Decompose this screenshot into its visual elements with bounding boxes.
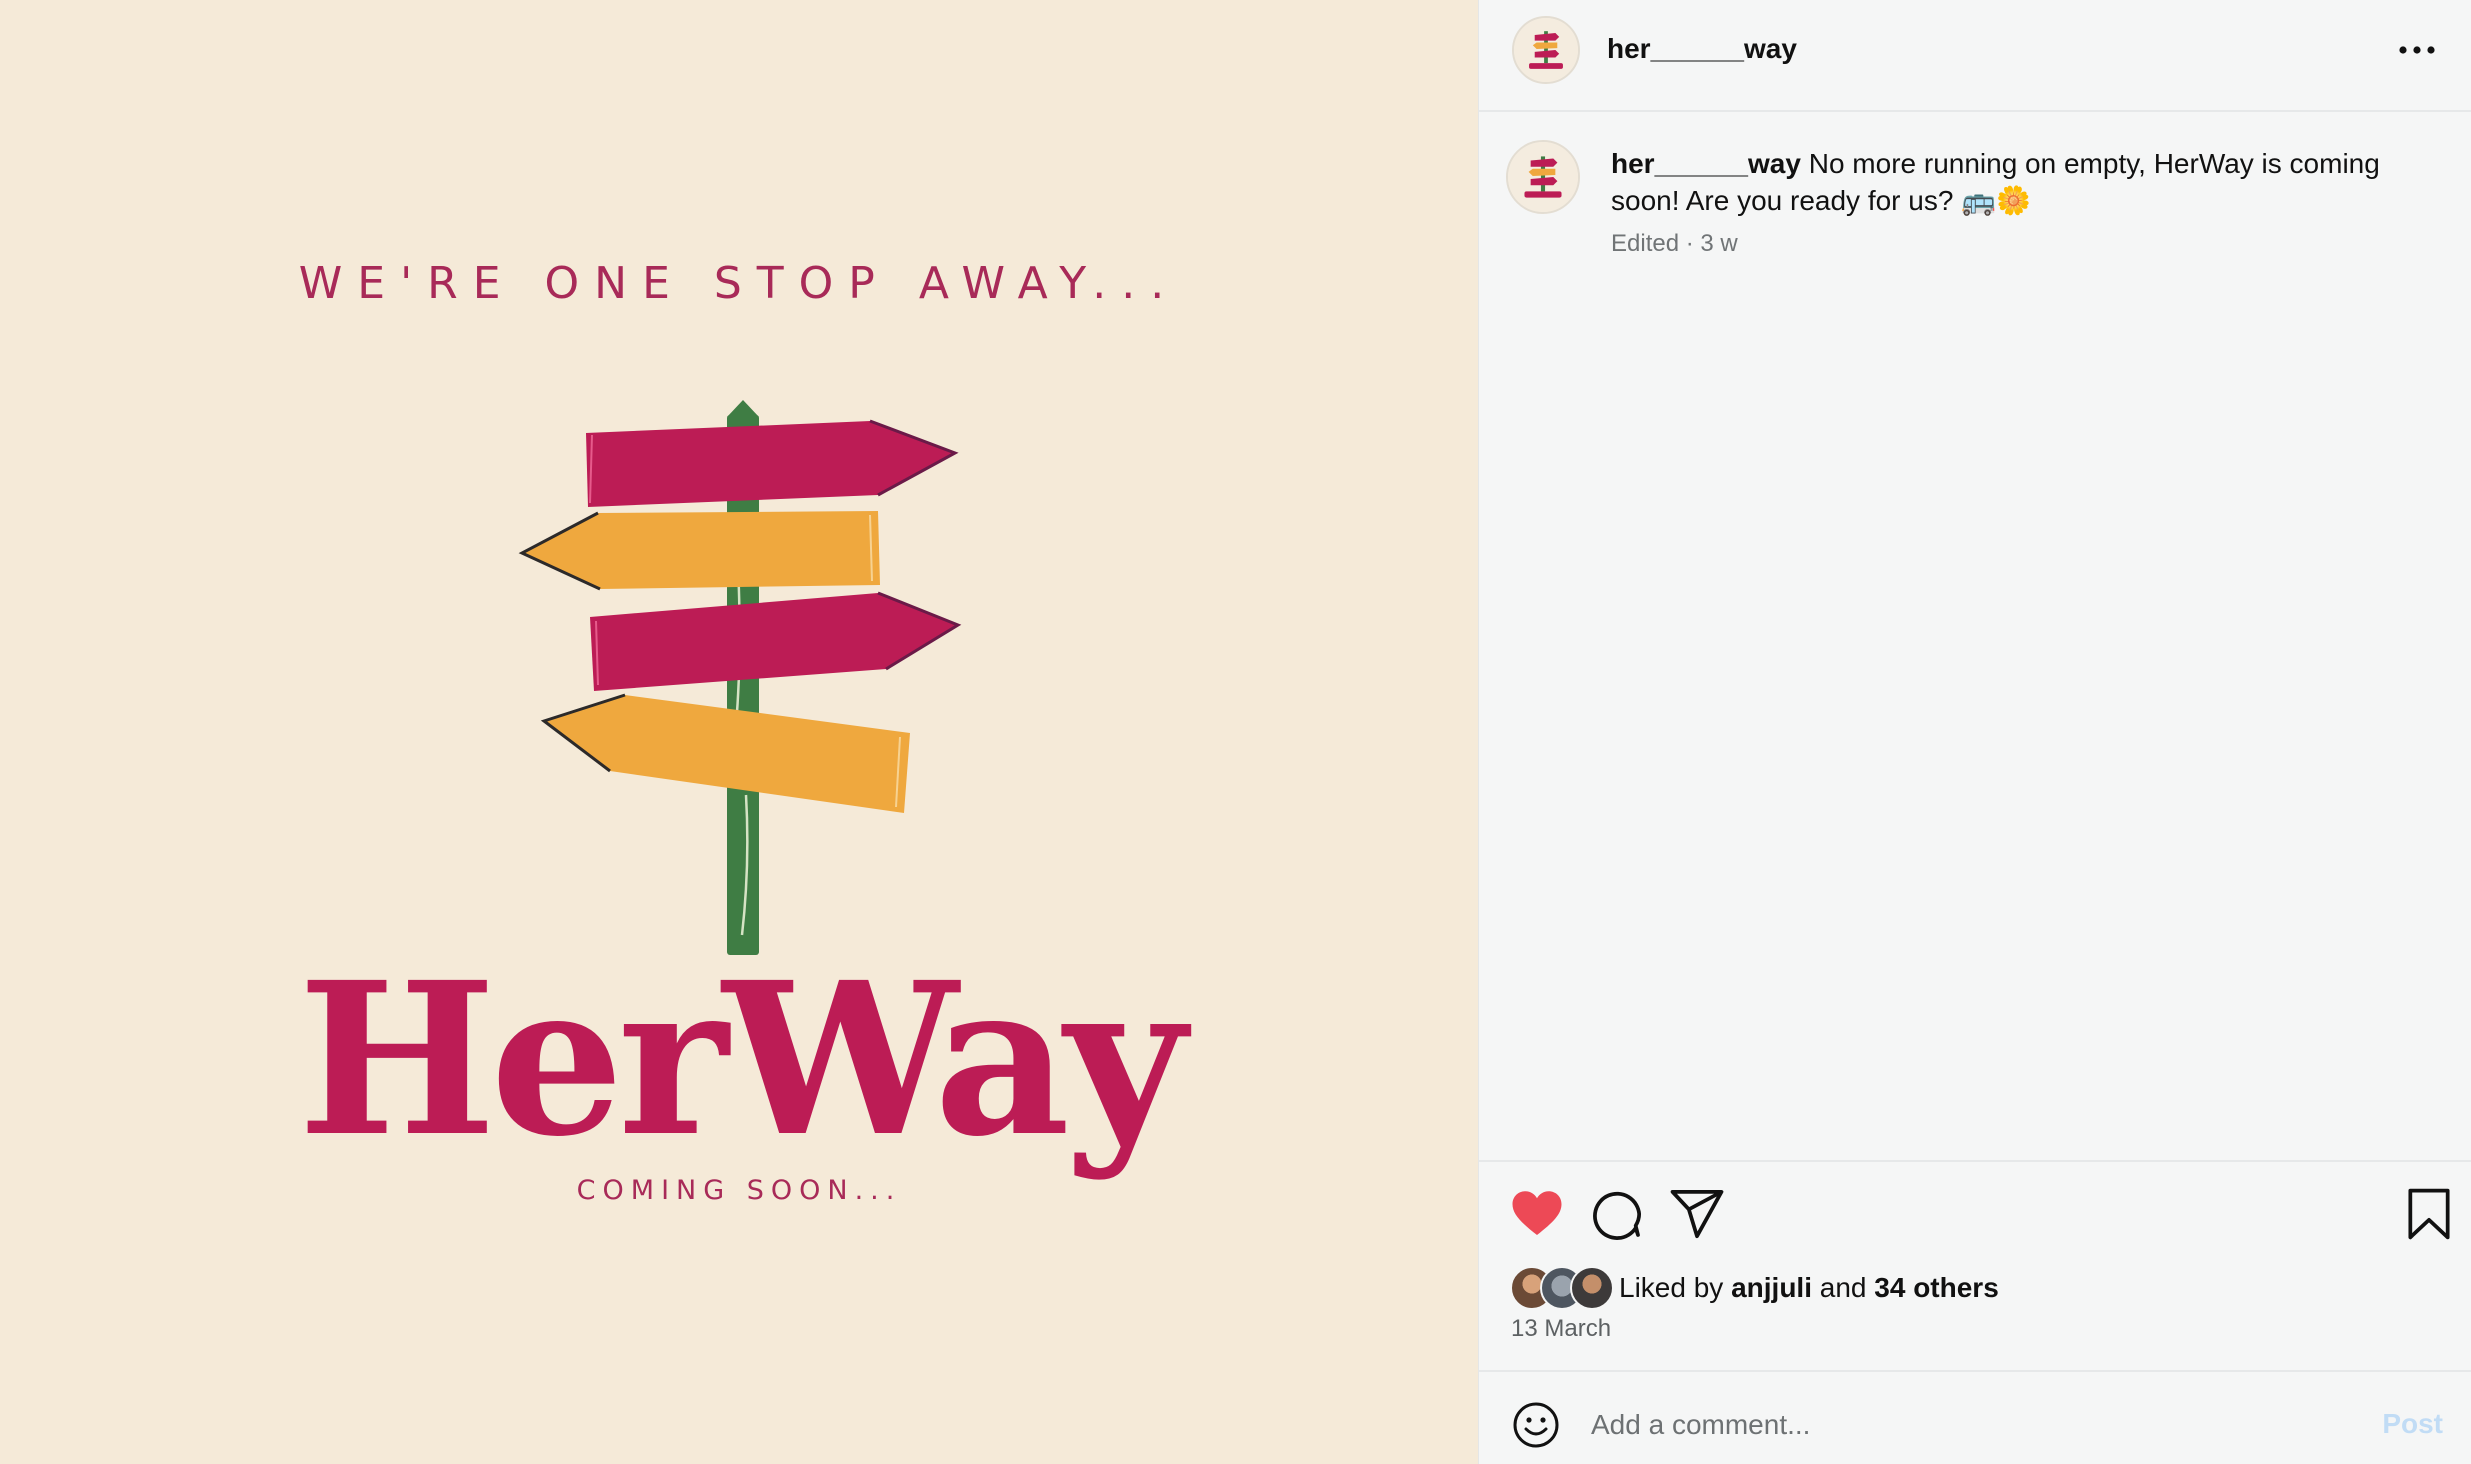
likes-connector: and — [1819, 1272, 1867, 1303]
more-horizontal-icon — [2399, 46, 2435, 54]
post-sidebar: her______way her______way No more runnin… — [1478, 0, 2471, 1464]
image-coming-soon: COMING SOON... — [576, 1175, 902, 1206]
paper-plane-icon — [1670, 1189, 1724, 1239]
emoji-button[interactable] — [1511, 1400, 1561, 1450]
heart-filled-icon — [1512, 1191, 1562, 1235]
post-header: her______way — [1479, 0, 2471, 112]
post-date[interactable]: 13 March — [1511, 1315, 1611, 1343]
avatar[interactable] — [1512, 16, 1580, 84]
likes-first-user[interactable]: anjjuli — [1731, 1272, 1812, 1303]
herway-logo-icon — [1514, 18, 1578, 82]
comment-icon — [1593, 1191, 1642, 1240]
signpost-graphic — [518, 400, 962, 955]
post-image[interactable]: WE'RE ONE STOP AWAY... HerWay COMING SOO… — [0, 0, 1478, 1464]
share-button[interactable] — [1669, 1186, 1725, 1242]
smiley-icon — [1513, 1402, 1559, 1448]
caption-avatar[interactable] — [1506, 140, 1580, 214]
caption-username[interactable]: her______way — [1611, 148, 1801, 179]
comment-button[interactable] — [1589, 1186, 1645, 1242]
like-button[interactable] — [1509, 1186, 1565, 1242]
likes-summary: Liked by anjjuli and 34 others — [1619, 1272, 1999, 1304]
post-comment-button[interactable]: Post — [2382, 1408, 2443, 1440]
save-button[interactable] — [2401, 1186, 2457, 1242]
comment-input[interactable] — [1591, 1400, 2351, 1450]
bookmark-icon — [2408, 1188, 2450, 1240]
likes-others-link[interactable]: 34 others — [1874, 1272, 1999, 1303]
post-caption: her______way No more running on empty, H… — [1611, 145, 2411, 219]
avatar — [1570, 1266, 1614, 1310]
likers-avatars[interactable] — [1510, 1266, 1614, 1310]
more-options-button[interactable] — [2392, 30, 2442, 70]
herway-logo-icon — [1508, 142, 1578, 212]
divider — [1479, 1370, 2471, 1372]
caption-meta: Edited · 3 w — [1611, 230, 1738, 257]
likes-prefix: Liked by — [1619, 1272, 1724, 1303]
header-username[interactable]: her______way — [1607, 33, 1797, 65]
image-brand-wordmark: HerWay — [297, 936, 1186, 1183]
image-tagline: WE'RE ONE STOP AWAY... — [298, 258, 1180, 309]
divider — [1479, 1160, 2471, 1162]
